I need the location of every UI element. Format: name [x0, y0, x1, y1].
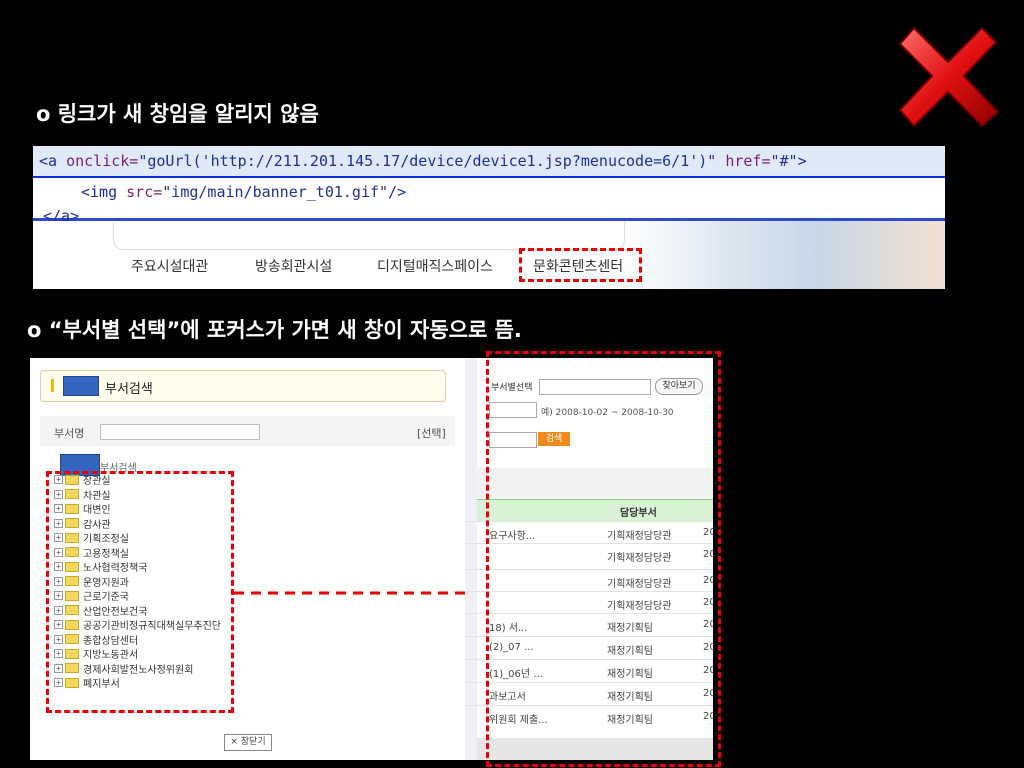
dept-name-input[interactable]: [100, 424, 260, 440]
banner-hand-image: [623, 220, 945, 289]
menu-item-broadcast-hall[interactable]: 방송회관시설: [255, 256, 332, 276]
code-line-1: <a onclick="goUrl('http://211.201.145.17…: [39, 152, 807, 170]
window-highlight-box: [486, 351, 721, 767]
menu-item-facility-rental[interactable]: 주요시설대관: [131, 256, 208, 276]
menu-item-culture-content[interactable]: 문화콘텐츠센터: [533, 256, 623, 276]
title-marker: [51, 379, 54, 392]
dept-search-title: 부서검색: [105, 382, 153, 397]
dept-name-label: 부서명: [54, 427, 85, 440]
dept-search-row: 부서명 [선택]: [40, 416, 455, 446]
code-line-3: </a>: [43, 207, 80, 221]
dept-search-titlebar: 부서검색: [40, 370, 446, 402]
select-link[interactable]: [선택]: [417, 425, 446, 441]
code-screenshot: <a onclick="goUrl('http://211.201.145.17…: [33, 146, 945, 289]
tree-highlight-box: [46, 471, 234, 713]
heading-auto-new-window: o “부서별 선택”에 포커스가 가면 새 창이 자동으로 뜸.: [27, 318, 522, 342]
red-x-icon: [898, 26, 1000, 128]
menu-item-digital-magic[interactable]: 디지털매직스페이스: [377, 256, 493, 276]
code-line-2: <img src="img/main/banner_t01.gif"/>: [81, 183, 407, 201]
heading-link-new-window: o 링크가 새 창임을 알리지 않음: [36, 102, 319, 126]
title-blue-box: [63, 376, 99, 396]
arrow-icon: [234, 582, 500, 604]
close-window-button[interactable]: × 창닫기: [224, 734, 272, 751]
menu-box-outline: [113, 221, 625, 250]
